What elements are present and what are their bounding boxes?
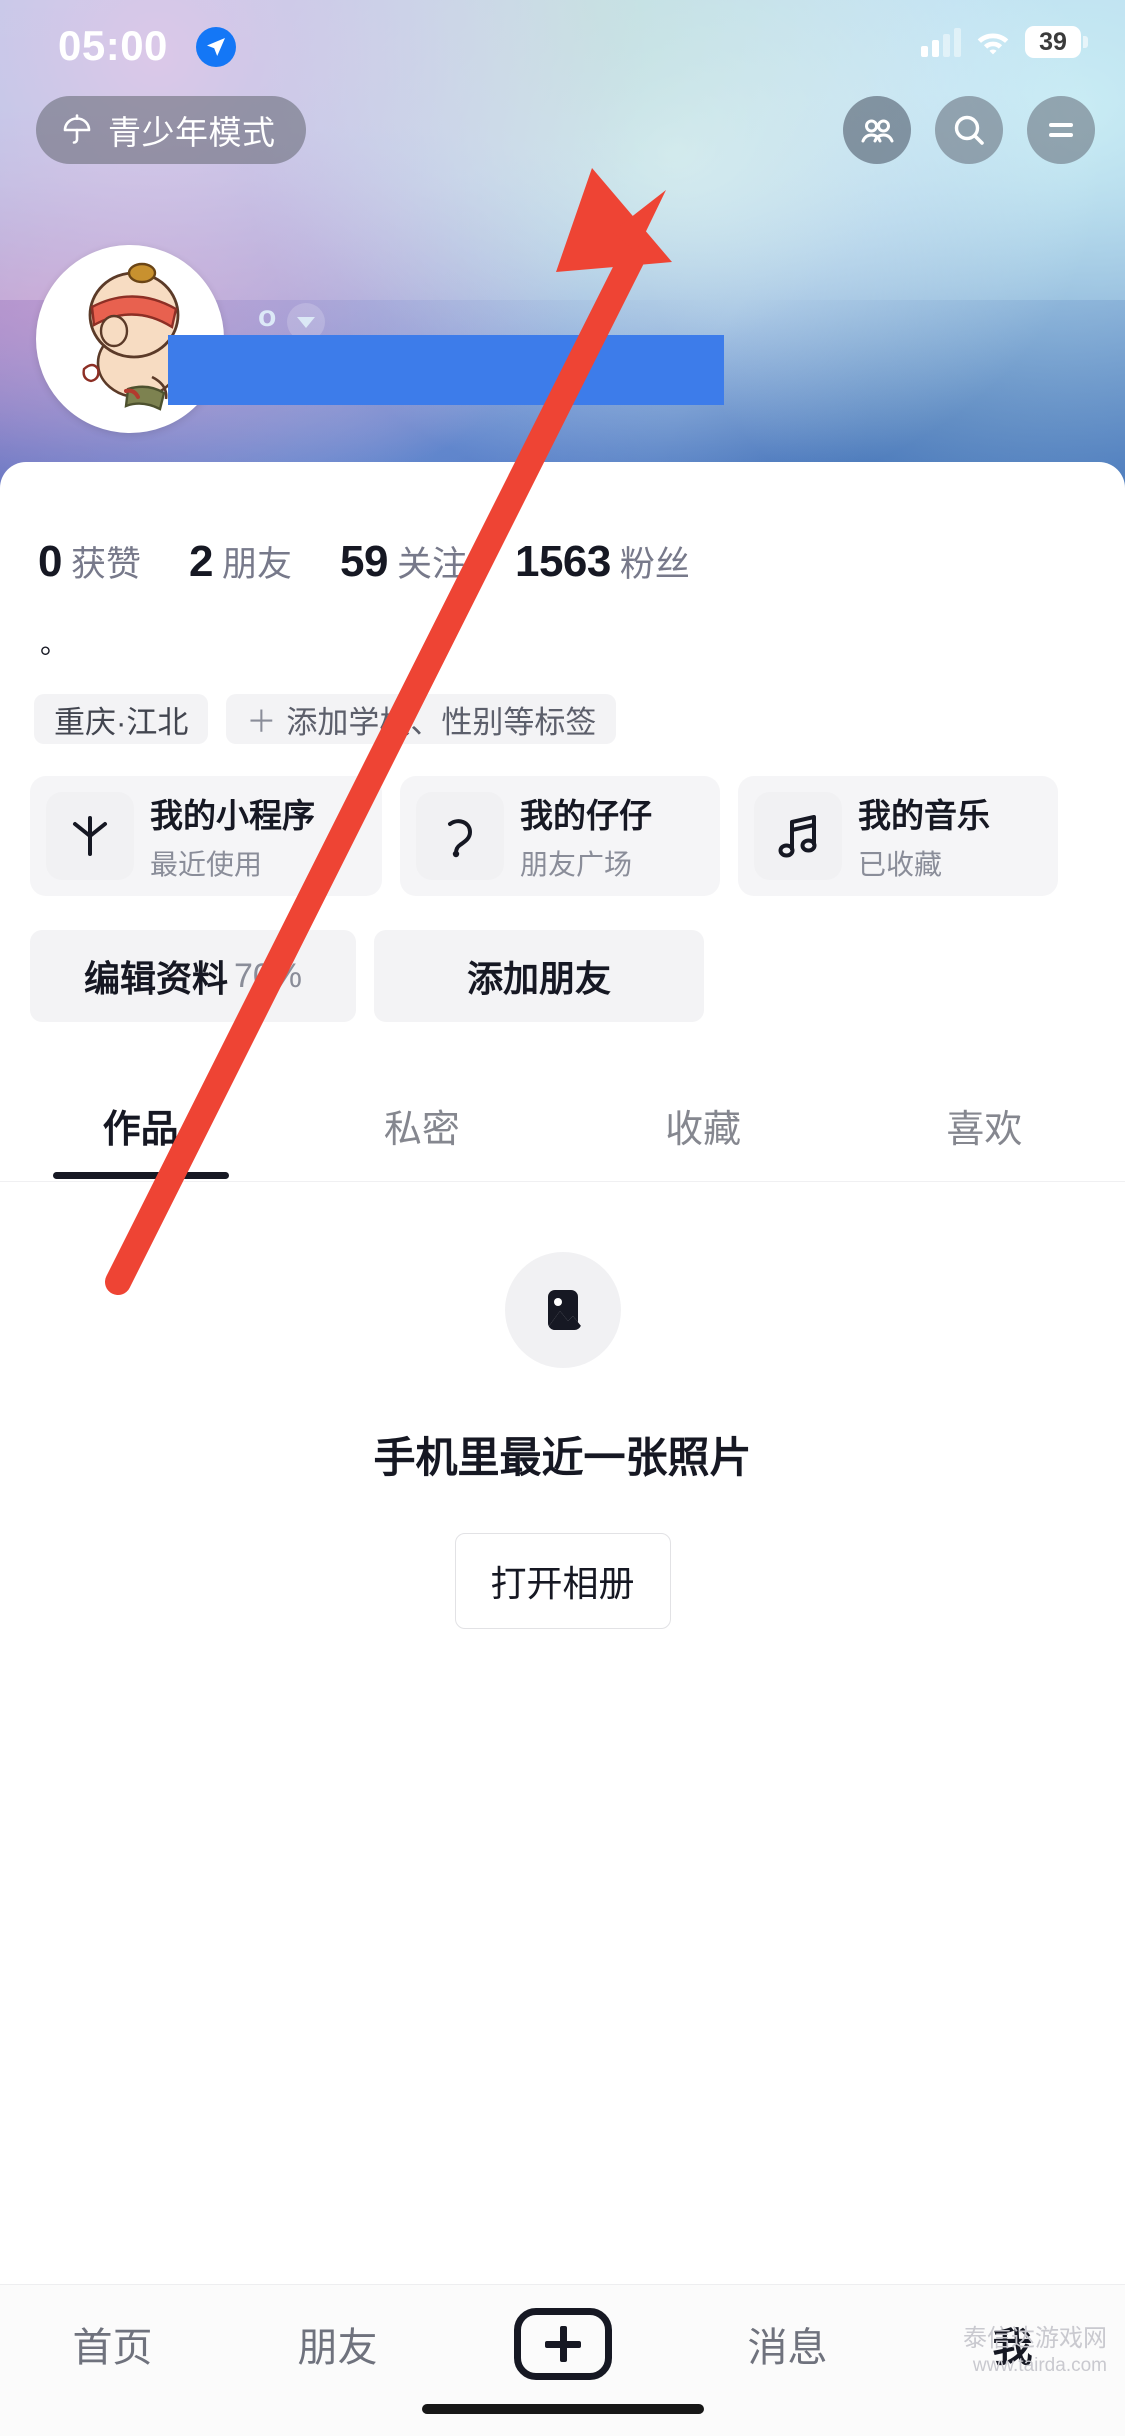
douyin-id-label: o: [258, 300, 277, 333]
tag-location[interactable]: 重庆·江北: [34, 694, 209, 744]
home-indicator: [421, 2404, 704, 2414]
watermark-line1: 泰信达游戏网: [963, 2325, 1107, 2353]
status-bar: 05:00 39: [0, 0, 1125, 90]
stat-label: 朋友: [221, 545, 292, 584]
hamburger-menu-icon[interactable]: [1027, 96, 1095, 164]
card-subtitle: 已收藏: [858, 849, 943, 880]
music-note-icon: [754, 792, 842, 880]
bottom-nav-friends[interactable]: 朋友: [225, 2315, 450, 2373]
stat-likes[interactable]: 0 获赞: [38, 536, 141, 587]
bottom-nav-messages[interactable]: 消息: [675, 2315, 900, 2373]
tab-liked[interactable]: 喜欢: [844, 1098, 1125, 1153]
tab-favorites[interactable]: 收藏: [563, 1098, 844, 1153]
wifi-icon: [975, 28, 1011, 56]
app-screen: 05:00 39 青少年模式 o 0 获赞 2 朋友 59 关注 1563 粉丝…: [0, 0, 1125, 2436]
stat-value: 2: [189, 537, 213, 586]
umbrella-icon: [60, 113, 94, 147]
stat-friends[interactable]: 2 朋友: [189, 536, 292, 587]
plus-icon: ＋: [246, 706, 277, 739]
stat-followers[interactable]: 1563 粉丝: [515, 536, 690, 587]
top-nav-buttons: [843, 96, 1095, 164]
status-bar-time: 05:00: [58, 22, 168, 69]
tab-works[interactable]: 作品: [0, 1098, 281, 1153]
stat-value: 0: [38, 537, 62, 586]
tag-add-label-text: 添加学校、性别等标签: [286, 704, 597, 740]
empty-state: 手机里最近一张照片 打开相册: [0, 1252, 1125, 1629]
card-subtitle: 最近使用: [150, 849, 263, 880]
friends-icon[interactable]: [843, 96, 911, 164]
zaizai-icon: [416, 792, 504, 880]
stat-label: 粉丝: [619, 545, 690, 584]
card-subtitle: 朋友广场: [520, 849, 633, 880]
stat-following[interactable]: 59 关注: [340, 536, 467, 587]
teen-mode-label: 青少年模式: [108, 114, 276, 151]
watermark: 泰信达游戏网 www.tairda.com: [963, 2324, 1107, 2378]
photo-placeholder-icon: [504, 1252, 621, 1368]
card-zaizai[interactable]: 我的仔仔 朋友广场: [400, 776, 720, 896]
profile-content-sheet: 0 获赞 2 朋友 59 关注 1563 粉丝 。 重庆·江北 ＋ 添加学校、性…: [0, 462, 1125, 2436]
stat-value: 59: [340, 537, 388, 586]
tag-location-label: 重庆·江北: [54, 704, 189, 740]
bottom-nav-home[interactable]: 首页: [0, 2315, 225, 2373]
profile-tags-row: 重庆·江北 ＋ 添加学校、性别等标签: [34, 694, 617, 744]
tag-add-label[interactable]: ＋ 添加学校、性别等标签: [226, 694, 617, 744]
card-music[interactable]: 我的音乐 已收藏: [738, 776, 1058, 896]
bottom-nav-create-button[interactable]: [450, 2307, 675, 2380]
empty-state-title: 手机里最近一张照片: [373, 1434, 752, 1481]
plus-icon: [513, 2307, 612, 2380]
edit-profile-button[interactable]: 编辑资料 70%: [30, 930, 356, 1022]
tab-private[interactable]: 私密: [281, 1098, 562, 1153]
cellular-signal-icon: [921, 27, 961, 57]
content-tabs: 作品 私密 收藏 喜欢: [0, 1070, 1125, 1182]
profile-top-nav: 青少年模式: [0, 96, 1125, 186]
location-arrow-icon: [196, 27, 236, 67]
card-title: 我的小程序: [150, 797, 315, 834]
battery-indicator: 39: [1025, 26, 1088, 58]
edit-profile-label: 编辑资料: [83, 958, 228, 999]
edit-profile-percent: 70%: [233, 956, 303, 995]
card-title: 我的音乐: [858, 797, 990, 834]
add-friend-label: 添加朋友: [466, 958, 611, 999]
add-friend-button[interactable]: 添加朋友: [374, 930, 704, 1022]
card-mini-program[interactable]: 我的小程序 最近使用: [30, 776, 382, 896]
search-icon[interactable]: [935, 96, 1003, 164]
open-album-button[interactable]: 打开相册: [454, 1533, 671, 1629]
stat-label: 关注: [396, 545, 467, 584]
status-bar-indicators: 39: [921, 26, 1088, 58]
teen-mode-button[interactable]: 青少年模式: [36, 96, 306, 164]
username-redaction-bar: [168, 335, 724, 405]
profile-bio[interactable]: 。: [40, 630, 68, 658]
profile-stats-row: 0 获赞 2 朋友 59 关注 1563 粉丝: [38, 536, 690, 587]
stat-label: 获赞: [70, 545, 141, 584]
card-title: 我的仔仔: [520, 797, 652, 834]
stat-value: 1563: [514, 537, 611, 586]
mini-cards-row: 我的小程序 最近使用 我的仔仔 朋友广场 我的音乐 已收藏: [30, 776, 1058, 896]
watermark-line2: www.tairda.com: [972, 2355, 1107, 2377]
profile-actions-row: 编辑资料 70% 添加朋友: [30, 930, 704, 1022]
mini-program-icon: [46, 792, 134, 880]
